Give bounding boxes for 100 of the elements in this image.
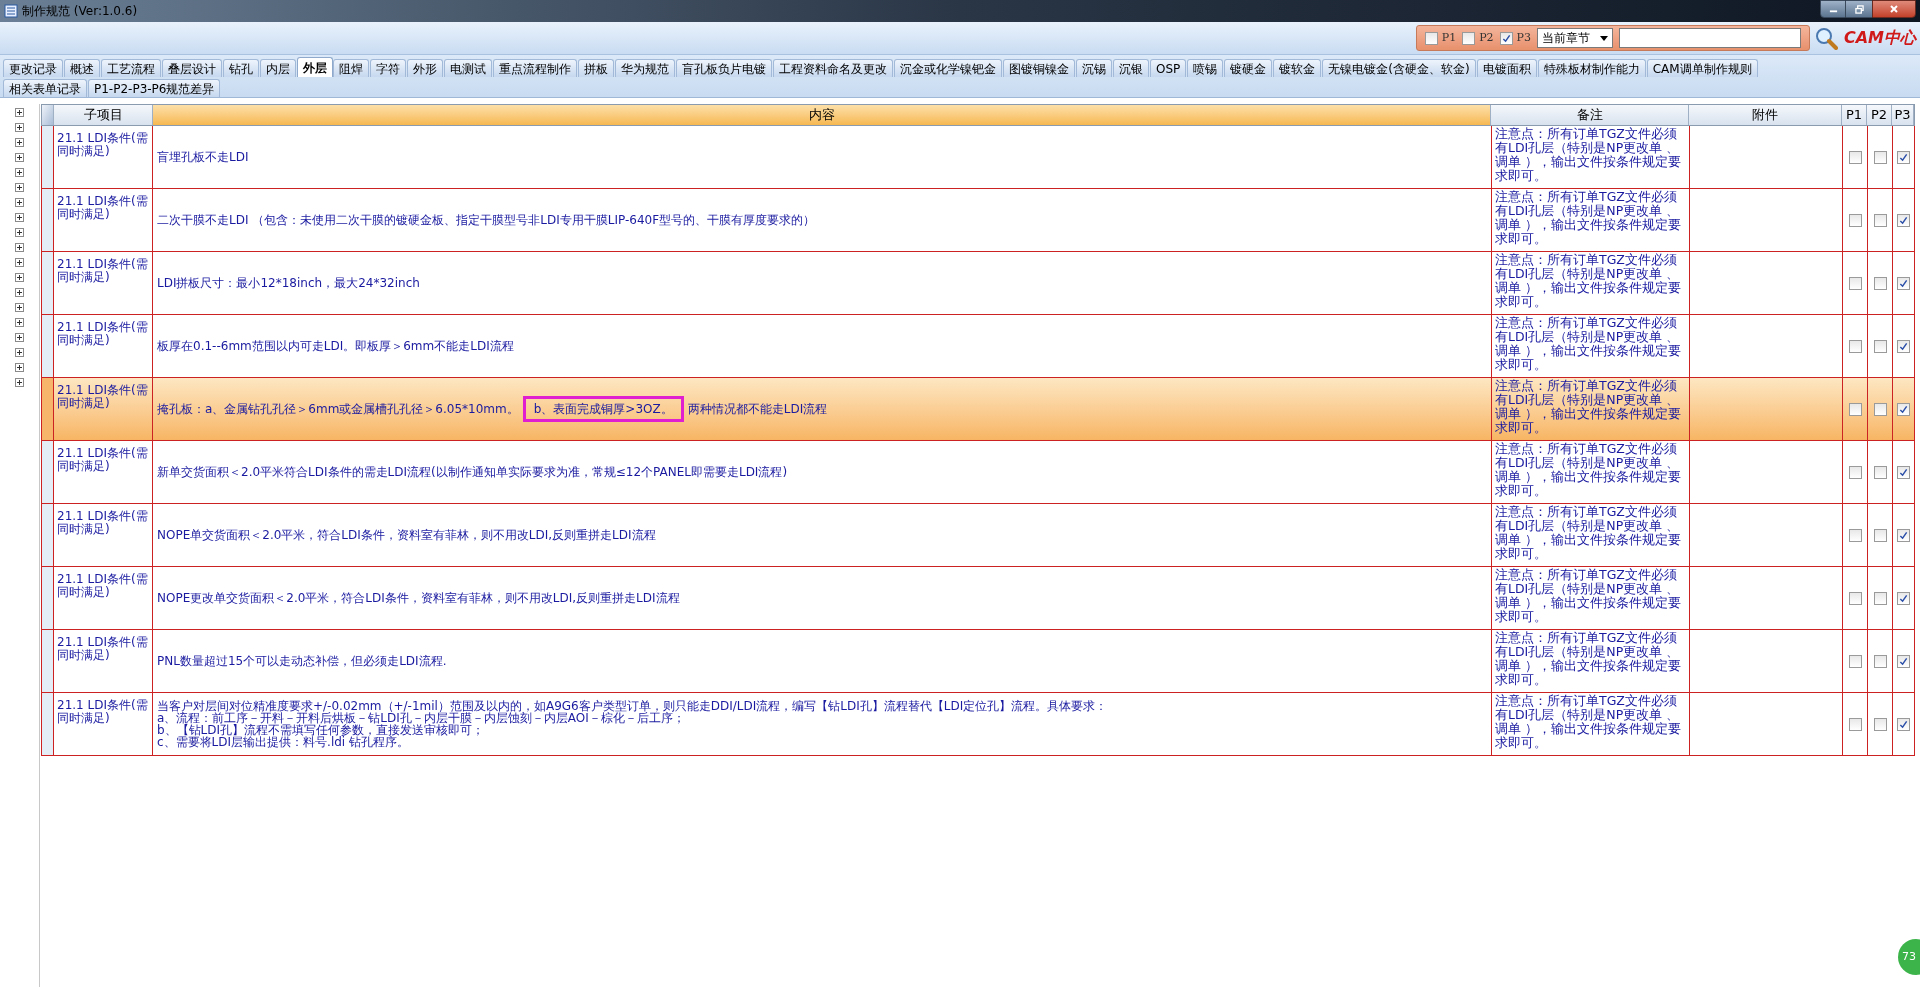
row-checkbox[interactable]	[1897, 276, 1910, 290]
row-checkbox[interactable]	[1848, 465, 1862, 479]
tab[interactable]: 外层	[297, 57, 333, 77]
tab[interactable]: 盲孔板负片电镀	[676, 59, 772, 77]
row-selector[interactable]	[42, 693, 54, 755]
row-checkbox[interactable]	[1848, 654, 1862, 668]
scope-dropdown[interactable]: 当前章节	[1536, 28, 1613, 48]
row-checkbox[interactable]	[1897, 339, 1910, 353]
row-checkbox[interactable]	[1848, 591, 1862, 605]
tab[interactable]: 阻焊	[333, 59, 369, 77]
row-checkbox[interactable]	[1848, 276, 1862, 290]
row-checkbox[interactable]	[1873, 591, 1887, 605]
tab[interactable]: 工程资料命名及更改	[773, 59, 893, 77]
search-field[interactable]	[1618, 28, 1801, 48]
expand-icon[interactable]	[15, 273, 24, 282]
row-checkbox[interactable]	[1873, 465, 1887, 479]
row-checkbox[interactable]	[1848, 213, 1862, 227]
expand-icon[interactable]	[15, 183, 24, 192]
tab[interactable]: 更改记录	[3, 59, 63, 77]
row-selector[interactable]	[42, 441, 54, 503]
row-checkbox[interactable]	[1848, 402, 1862, 416]
tab[interactable]: 镀软金	[1273, 59, 1322, 77]
tab[interactable]: 沉银	[1113, 59, 1149, 77]
row-checkbox[interactable]	[1848, 528, 1862, 542]
tab[interactable]: 概述	[64, 59, 100, 77]
row-selector[interactable]	[42, 315, 54, 377]
tab[interactable]: 电镀面积	[1476, 59, 1537, 77]
row-checkbox[interactable]	[1897, 150, 1910, 164]
expand-icon[interactable]	[15, 138, 24, 147]
row-selector[interactable]	[42, 252, 54, 314]
expand-icon[interactable]	[15, 363, 24, 372]
tab[interactable]: P1-P2-P3-P6规范差异	[88, 79, 221, 97]
tab[interactable]: 无镍电镀金(含硬金、软金)	[1322, 59, 1476, 77]
expand-icon[interactable]	[15, 288, 24, 297]
expand-icon[interactable]	[15, 318, 24, 327]
row-checkbox[interactable]	[1873, 276, 1887, 290]
tab[interactable]: 喷锡	[1187, 59, 1224, 77]
tab[interactable]: 字符	[370, 59, 406, 77]
row-checkbox[interactable]	[1897, 591, 1910, 605]
tab[interactable]: 外形	[407, 59, 443, 77]
tab[interactable]: 图镀铜镍金	[1003, 59, 1075, 77]
tab[interactable]: 沉锡	[1076, 59, 1112, 77]
close-button[interactable]	[1872, 0, 1916, 18]
tab[interactable]: 叠层设计	[162, 59, 222, 77]
row-checkbox[interactable]	[1873, 213, 1887, 227]
tab[interactable]: 特殊板材制作能力	[1537, 59, 1646, 77]
row-checkbox[interactable]	[1897, 528, 1910, 542]
row-selector[interactable]	[42, 567, 54, 629]
expand-icon[interactable]	[15, 333, 24, 342]
tab[interactable]: OSP	[1150, 59, 1187, 77]
filter-checkbox[interactable]	[1424, 31, 1438, 45]
row-selector[interactable]	[42, 126, 54, 188]
expand-icon[interactable]	[15, 108, 24, 117]
tab[interactable]: 沉金或化学镍钯金	[894, 59, 1002, 77]
row-checkbox[interactable]	[1873, 717, 1887, 731]
filter-checkbox[interactable]	[1499, 31, 1513, 45]
row-checkbox[interactable]	[1873, 528, 1887, 542]
row-selector[interactable]	[42, 189, 54, 251]
tab[interactable]: 拼板	[578, 59, 614, 77]
minimize-button[interactable]	[1820, 0, 1846, 18]
tab[interactable]: 镀硬金	[1224, 59, 1273, 77]
expand-icon[interactable]	[15, 228, 24, 237]
expand-icon[interactable]	[15, 243, 24, 252]
tab[interactable]: 华为规范	[615, 59, 675, 77]
tab[interactable]: 钻孔	[223, 59, 259, 77]
expand-icon[interactable]	[15, 153, 24, 162]
expand-icon[interactable]	[15, 198, 24, 207]
corner-cell[interactable]	[42, 105, 54, 125]
row-selector[interactable]	[42, 630, 54, 692]
row-checkbox[interactable]	[1873, 654, 1887, 668]
row-checkbox[interactable]	[1848, 339, 1862, 353]
expand-icon[interactable]	[15, 303, 24, 312]
row-checkbox[interactable]	[1897, 213, 1910, 227]
row-checkbox[interactable]	[1848, 150, 1862, 164]
row-checkbox[interactable]	[1897, 402, 1910, 416]
row-checkbox[interactable]	[1897, 654, 1910, 668]
row-selector[interactable]	[42, 378, 54, 440]
expand-icon[interactable]	[15, 123, 24, 132]
expand-icon[interactable]	[15, 348, 24, 357]
tab[interactable]: 工艺流程	[101, 59, 161, 77]
row-checkbox[interactable]	[1848, 717, 1862, 731]
tab[interactable]: 重点流程制作	[493, 59, 577, 77]
column-header: 附件	[1689, 105, 1842, 125]
row-selector[interactable]	[42, 504, 54, 566]
restore-button[interactable]	[1846, 0, 1872, 18]
tab[interactable]: 电测试	[444, 59, 492, 77]
expand-icon[interactable]	[15, 213, 24, 222]
expand-icon[interactable]	[15, 378, 24, 387]
row-checkbox[interactable]	[1897, 465, 1910, 479]
table-cell: 注意点：所有订单TGZ文件必须有LDI孔层（特别是NP更改单 、调单 ），输出文件按条件规定要求即可。	[1492, 693, 1690, 755]
tab[interactable]: 相关表单记录	[3, 79, 87, 97]
row-checkbox[interactable]	[1873, 339, 1887, 353]
filter-checkbox[interactable]	[1462, 31, 1476, 45]
expand-icon[interactable]	[15, 168, 24, 177]
row-checkbox[interactable]	[1897, 717, 1910, 731]
tab[interactable]: 内层	[260, 59, 296, 77]
row-checkbox[interactable]	[1873, 402, 1887, 416]
tab[interactable]: CAM调单制作规则	[1646, 59, 1758, 77]
expand-icon[interactable]	[15, 258, 24, 267]
row-checkbox[interactable]	[1873, 150, 1887, 164]
